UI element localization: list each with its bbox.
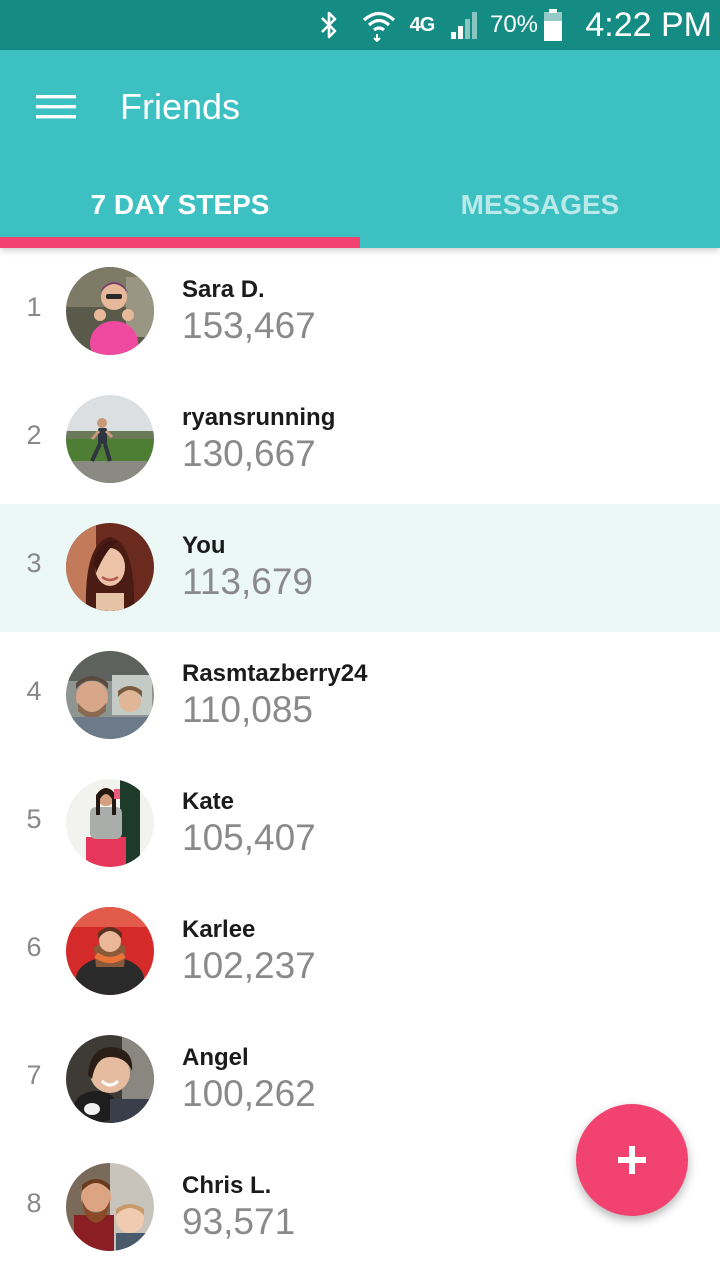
- battery-icon: [538, 0, 568, 50]
- leaderboard-row[interactable]: 4 Rasmtazberry24 110,085: [0, 632, 720, 760]
- step-count: 102,237: [182, 945, 316, 986]
- step-count: 130,667: [182, 433, 316, 474]
- network-type: 4G: [409, 13, 436, 36]
- friend-name: Sara D.: [182, 276, 265, 303]
- bluetooth-icon: [312, 0, 346, 50]
- app-bar: Friends 7 DAY STEPS MESSAGES: [0, 50, 720, 248]
- leaderboard-row[interactable]: 1 Sara D. 153,467: [0, 248, 720, 376]
- step-count: 153,467: [182, 305, 316, 346]
- leaderboard-row[interactable]: 6 Karlee 102,237: [0, 888, 720, 1016]
- avatar: [66, 1035, 154, 1123]
- leaderboard-row[interactable]: 5 Kate 105,407: [0, 760, 720, 888]
- rank-number: 2: [26, 420, 42, 450]
- avatar: [66, 395, 154, 483]
- active-tab-indicator: [0, 237, 360, 248]
- step-count: 113,679: [182, 561, 313, 602]
- signal-icon: [444, 0, 484, 50]
- tab-messages[interactable]: MESSAGES: [360, 170, 720, 240]
- status-bar: 4G 70% 4:22 PM: [0, 0, 720, 50]
- avatar: [66, 523, 154, 611]
- clock: 4:22 PM: [585, 5, 712, 44]
- tab-label: MESSAGES: [460, 189, 620, 220]
- friend-name: Chris L.: [182, 1172, 272, 1199]
- avatar: [66, 651, 154, 739]
- page-title: Friends: [120, 86, 241, 127]
- rank-number: 5: [26, 804, 42, 834]
- plus-icon: [618, 1146, 646, 1174]
- friend-name: Angel: [182, 1044, 249, 1071]
- rank-number: 6: [26, 932, 42, 962]
- friend-name: Kate: [182, 788, 235, 815]
- step-count: 93,571: [182, 1201, 296, 1242]
- friend-name: You: [182, 532, 226, 559]
- rank-number: 8: [26, 1188, 42, 1218]
- step-count: 100,262: [182, 1073, 316, 1114]
- avatar: [66, 779, 154, 867]
- rank-number: 3: [26, 548, 42, 578]
- menu-button[interactable]: [26, 80, 86, 134]
- hamburger-menu-icon: [36, 95, 76, 119]
- rank-number: 1: [26, 292, 42, 322]
- tab-label: 7 DAY STEPS: [90, 189, 270, 220]
- avatar: [66, 1163, 154, 1251]
- tab-7-day-steps[interactable]: 7 DAY STEPS: [0, 170, 360, 240]
- friend-name: ryansrunning: [182, 404, 336, 431]
- add-friend-button[interactable]: [576, 1104, 688, 1216]
- leaderboard-row[interactable]: 2 ryansrunning 130,667: [0, 376, 720, 504]
- rank-number: 4: [26, 676, 42, 706]
- step-count: 110,085: [182, 689, 313, 730]
- avatar: [66, 267, 154, 355]
- battery-percentage: 70%: [489, 11, 539, 38]
- wifi-icon: [358, 0, 400, 50]
- friend-name: Rasmtazberry24: [182, 660, 368, 687]
- rank-number: 7: [26, 1060, 42, 1090]
- avatar: [66, 907, 154, 995]
- leaderboard-row-you[interactable]: 3 You 113,679: [0, 504, 720, 632]
- step-count: 105,407: [182, 817, 316, 858]
- friend-name: Karlee: [182, 916, 256, 943]
